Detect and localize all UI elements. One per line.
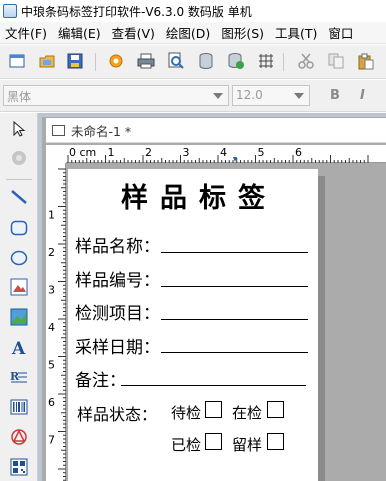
svg-text:A: A <box>11 339 26 357</box>
ruler-v-number: 2 <box>48 246 55 259</box>
menu-draw[interactable]: 绘图(D) <box>161 23 216 42</box>
save-icon[interactable] <box>66 52 84 70</box>
ruler-v-number: 6 <box>48 396 55 409</box>
grid-icon[interactable] <box>257 52 275 70</box>
checkbox-testing[interactable] <box>267 401 284 418</box>
select-icon[interactable] <box>9 119 29 139</box>
chevron-down-icon <box>292 89 306 103</box>
open-icon[interactable] <box>38 52 56 70</box>
cut-icon[interactable] <box>297 52 315 70</box>
field-line-remarks[interactable] <box>121 385 306 386</box>
label-title[interactable]: 样品标签 <box>68 176 318 215</box>
menu-tools[interactable]: 工具(T) <box>270 23 323 42</box>
app-logo-icon <box>3 4 17 18</box>
checkbox-tested[interactable] <box>205 433 222 450</box>
chevron-down-icon <box>211 89 225 103</box>
print-icon[interactable] <box>137 52 155 70</box>
field-line-sample-name[interactable] <box>161 252 308 253</box>
checkbox-retained[interactable] <box>267 433 284 450</box>
status-option-tested[interactable]: 已检 <box>171 434 201 455</box>
field-label-sample-number[interactable]: 样品编号： <box>75 266 160 291</box>
font-size-value: 12.0 <box>236 88 263 102</box>
image-icon[interactable] <box>9 277 29 297</box>
pan-icon[interactable] <box>9 148 29 168</box>
ruler-origin-label: 0 cm <box>69 146 96 159</box>
field-label-sampling-date[interactable]: 采样日期： <box>75 333 160 358</box>
field-line-sample-number[interactable] <box>161 286 308 287</box>
picture-icon[interactable] <box>9 307 29 327</box>
ruler-v-number: 4 <box>48 321 55 334</box>
ruler-v-number: 5 <box>48 359 55 372</box>
status-option-retained[interactable]: 留样 <box>232 434 262 455</box>
shape-icon[interactable] <box>9 427 29 447</box>
horizontal-ruler: 0 cm 1 2 3 4 5 6 <box>66 145 386 163</box>
menu-bar: 文件(F) 编辑(E) 查看(V) 绘图(D) 图形(S) 工具(T) 窗口 <box>0 22 386 44</box>
vertical-ruler: 1 2 3 4 5 6 7 <box>46 163 66 481</box>
menu-window[interactable]: 窗口 <box>323 23 359 42</box>
status-label[interactable]: 样品状态： <box>77 401 157 425</box>
bold-button[interactable]: B <box>330 88 340 103</box>
ruler-h-number: 3 <box>183 146 190 159</box>
ruler-v-number: 7 <box>48 434 55 447</box>
ruler-h-number: 2 <box>145 146 152 159</box>
text-icon[interactable]: A <box>9 338 29 358</box>
line-icon[interactable] <box>9 187 29 207</box>
ruler-h-number: 5 <box>258 146 265 159</box>
rounded-rect-icon[interactable] <box>9 218 29 238</box>
italic-button[interactable]: I <box>360 88 365 103</box>
window-title: 中琅条码标签打印软件-V6.3.0 数码版 单机 <box>21 4 252 19</box>
field-line-sampling-date[interactable] <box>161 352 308 353</box>
document-icon <box>52 124 65 136</box>
menu-file[interactable]: 文件(F) <box>0 23 53 42</box>
rich-text-icon[interactable]: R <box>9 367 29 387</box>
font-size-select[interactable]: 12.0 <box>232 85 310 106</box>
drawing-tool-palette: A R <box>0 113 38 481</box>
ruler-v-number: 1 <box>48 209 55 222</box>
status-option-pending[interactable]: 待检 <box>171 402 201 423</box>
document-tab-title: 未命名-1 * <box>71 123 132 139</box>
paste-icon[interactable] <box>357 52 375 70</box>
print-preview-icon[interactable] <box>167 52 185 70</box>
font-family-select[interactable]: 黑体 <box>3 85 229 106</box>
ruler-h-number: 4 <box>220 146 227 159</box>
menu-view[interactable]: 查看(V) <box>107 23 161 42</box>
menu-shape[interactable]: 图形(S) <box>216 23 270 42</box>
status-option-testing[interactable]: 在检 <box>232 402 262 423</box>
field-label-test-item[interactable]: 检测项目： <box>75 299 160 324</box>
format-toolbar: 黑体 12.0 B I <box>0 80 386 112</box>
document-tab[interactable]: 未命名-1 * <box>46 118 386 143</box>
database-settings-icon[interactable] <box>227 52 245 70</box>
new-icon[interactable] <box>8 52 26 70</box>
field-line-test-item[interactable] <box>161 319 308 320</box>
ruler-h-number: 6 <box>295 146 302 159</box>
settings-icon[interactable] <box>107 52 125 70</box>
ellipse-icon[interactable] <box>9 248 29 268</box>
ruler-corner <box>46 145 66 163</box>
title-bar: 中琅条码标签打印软件-V6.3.0 数码版 单机 <box>0 0 386 22</box>
copy-icon[interactable] <box>327 52 345 70</box>
menu-edit[interactable]: 编辑(E) <box>53 23 107 42</box>
field-label-sample-name[interactable]: 样品名称： <box>75 232 160 257</box>
database-icon[interactable] <box>197 52 215 70</box>
checkbox-pending[interactable] <box>205 401 222 418</box>
qrcode-icon[interactable] <box>9 457 29 477</box>
ruler-h-number: 1 <box>108 146 115 159</box>
main-toolbar <box>0 45 386 79</box>
field-label-remarks[interactable]: 备注： <box>75 366 126 391</box>
ruler-v-number: 3 <box>48 284 55 297</box>
font-family-value: 黑体 <box>7 90 32 104</box>
barcode-icon[interactable] <box>9 397 29 417</box>
